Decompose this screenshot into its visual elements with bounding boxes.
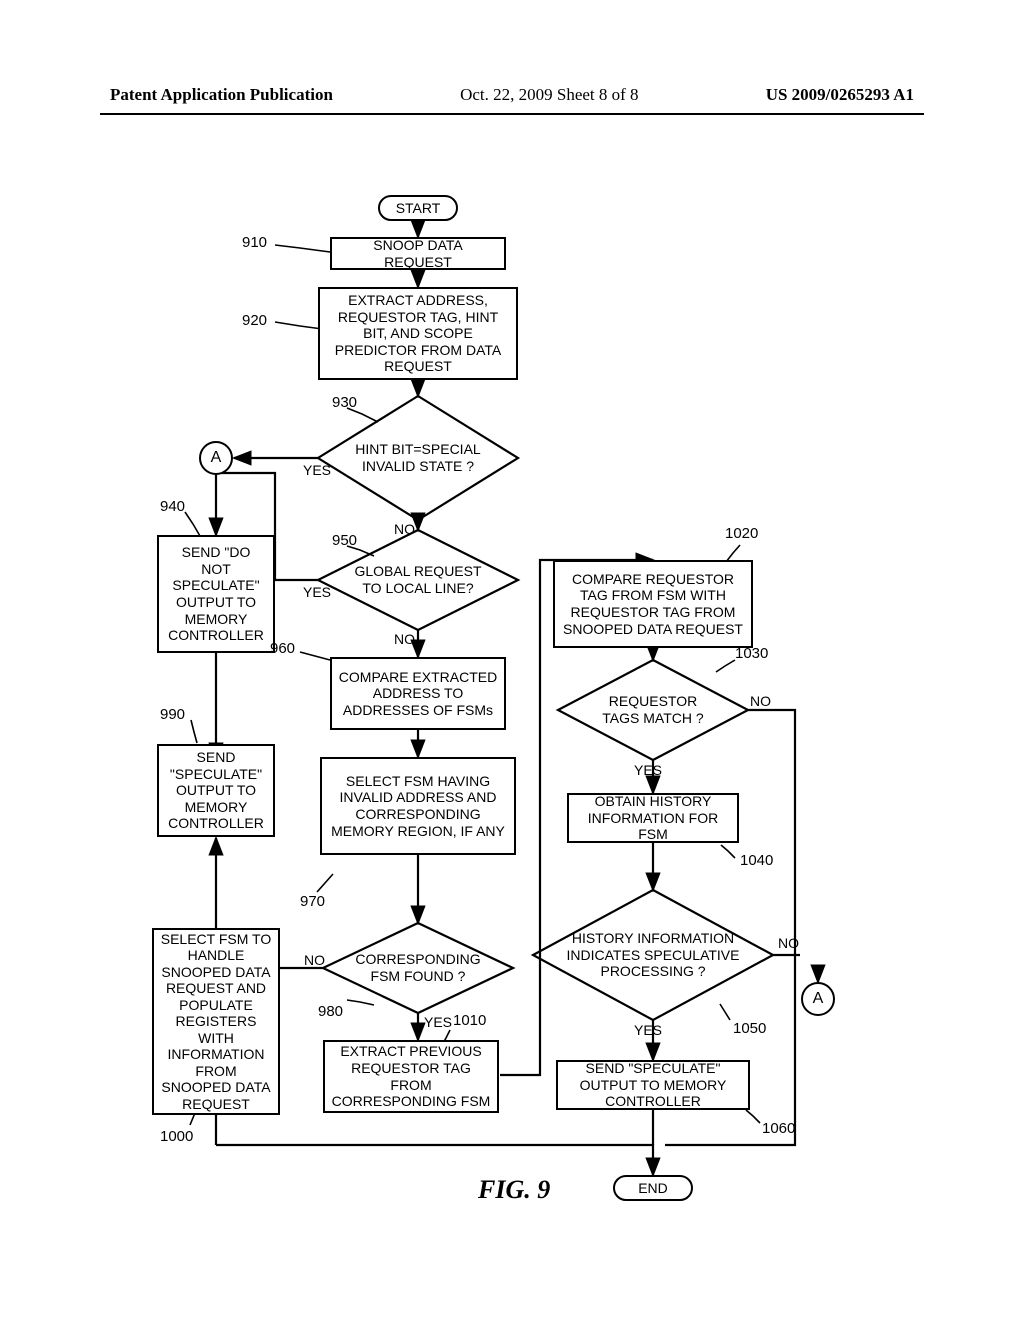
box-1040-text: OBTAIN HISTORY INFORMATION FOR FSM (575, 793, 731, 843)
yes-1050: YES (634, 1022, 662, 1038)
terminator-end: END (613, 1175, 693, 1201)
ref-920: 920 (242, 312, 267, 329)
box-960-text: COMPARE EXTRACTED ADDRESS TO ADDRESSES O… (338, 669, 498, 719)
ref-970: 970 (300, 893, 325, 910)
terminator-start-text: START (396, 200, 441, 217)
box-960: COMPARE EXTRACTED ADDRESS TO ADDRESSES O… (330, 657, 506, 730)
ref-950: 950 (332, 532, 357, 549)
connector-a-right: A (801, 982, 835, 1016)
box-1000-text: SELECT FSM TO HANDLE SNOOPED DATA REQUES… (160, 931, 272, 1113)
yes-1030: YES (634, 762, 662, 778)
ref-990: 990 (160, 706, 185, 723)
no-1030: NO (750, 693, 771, 709)
ref-1050: 1050 (733, 1020, 766, 1037)
ref-1010: 1010 (453, 1012, 486, 1029)
ref-1000: 1000 (160, 1128, 193, 1145)
box-990: SEND "SPECULATE" OUTPUT TO MEMORY CONTRO… (157, 744, 275, 837)
box-910: SNOOP DATA REQUEST (330, 237, 506, 270)
box-1060-text: SEND "SPECULATE" OUTPUT TO MEMORY CONTRO… (564, 1060, 742, 1110)
box-970-text: SELECT FSM HAVING INVALID ADDRESS AND CO… (328, 773, 508, 839)
ref-1020: 1020 (725, 525, 758, 542)
box-920-text: EXTRACT ADDRESS, REQUESTOR TAG, HINT BIT… (326, 292, 510, 375)
yes-930: YES (303, 462, 331, 478)
terminator-end-text: END (638, 1180, 668, 1197)
box-1020: COMPARE REQUESTOR TAG FROM FSM WITH REQU… (553, 560, 753, 648)
box-990-text: SEND "SPECULATE" OUTPUT TO MEMORY CONTRO… (165, 749, 267, 832)
connector-a-left-text: A (211, 449, 222, 467)
ref-930: 930 (332, 394, 357, 411)
flowchart-svg (0, 0, 1024, 1320)
ref-910: 910 (242, 234, 267, 251)
box-1010-text: EXTRACT PREVIOUS REQUESTOR TAG FROM CORR… (331, 1043, 491, 1109)
no-980: NO (304, 952, 325, 968)
box-910-text: SNOOP DATA REQUEST (338, 237, 498, 270)
box-1060: SEND "SPECULATE" OUTPUT TO MEMORY CONTRO… (556, 1060, 750, 1110)
flowchart: START END A A SNOOP DATA REQUEST EXTRACT… (0, 0, 1024, 1320)
patent-figure-page: Patent Application Publication Oct. 22, … (0, 0, 1024, 1320)
ref-940: 940 (160, 498, 185, 515)
no-1050: NO (778, 935, 799, 951)
terminator-start: START (378, 195, 458, 221)
box-1000: SELECT FSM TO HANDLE SNOOPED DATA REQUES… (152, 928, 280, 1115)
connector-a-right-text: A (813, 990, 824, 1008)
yes-950: YES (303, 584, 331, 600)
box-940: SEND "DO NOT SPECULATE" OUTPUT TO MEMORY… (157, 535, 275, 653)
no-930: NO (394, 521, 415, 537)
box-1010: EXTRACT PREVIOUS REQUESTOR TAG FROM CORR… (323, 1040, 499, 1113)
no-950: NO (394, 631, 415, 647)
box-1020-text: COMPARE REQUESTOR TAG FROM FSM WITH REQU… (561, 571, 745, 637)
box-1040: OBTAIN HISTORY INFORMATION FOR FSM (567, 793, 739, 843)
ref-1040: 1040 (740, 852, 773, 869)
ref-1030: 1030 (735, 645, 768, 662)
connector-a-left: A (199, 441, 233, 475)
ref-960: 960 (270, 640, 295, 657)
box-940-text: SEND "DO NOT SPECULATE" OUTPUT TO MEMORY… (165, 544, 267, 643)
yes-980: YES (424, 1014, 452, 1030)
figure-caption: FIG. 9 (478, 1175, 550, 1205)
box-920: EXTRACT ADDRESS, REQUESTOR TAG, HINT BIT… (318, 287, 518, 380)
box-970: SELECT FSM HAVING INVALID ADDRESS AND CO… (320, 757, 516, 855)
ref-1060: 1060 (762, 1120, 795, 1137)
ref-980: 980 (318, 1003, 343, 1020)
